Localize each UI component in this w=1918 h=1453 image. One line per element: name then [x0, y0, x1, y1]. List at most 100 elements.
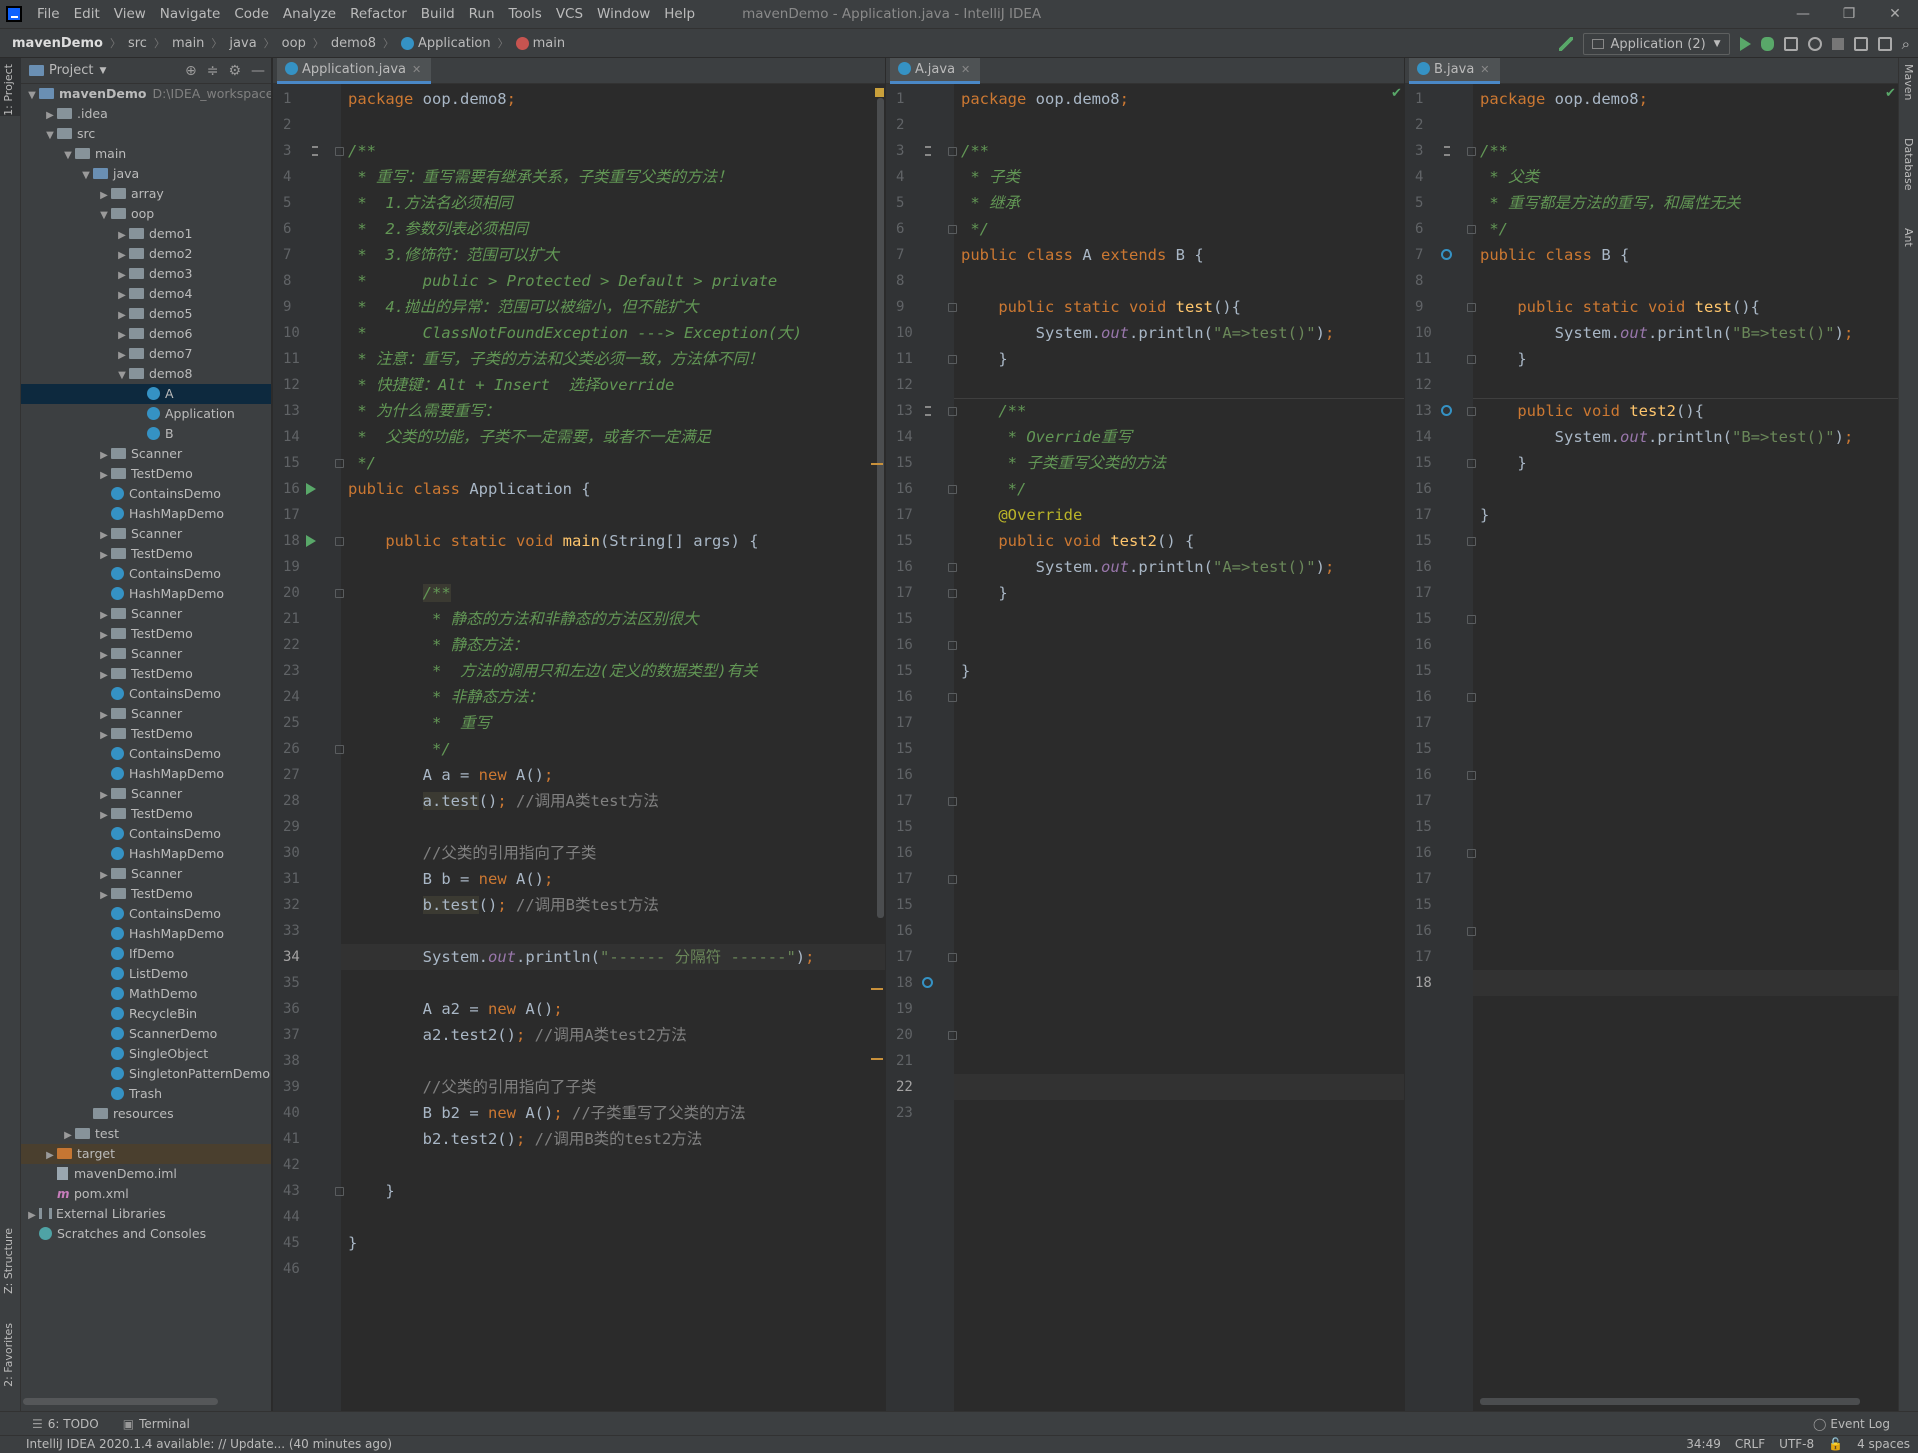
menu-build[interactable]: Build [414, 0, 462, 28]
gear-icon[interactable]: ⚙ [228, 63, 241, 79]
code-line[interactable]: * 方法的调用只和左边(定义的数据类型)有关 [348, 658, 758, 684]
lock-icon[interactable]: 🔓 [1828, 1436, 1843, 1453]
ant-tool-tab[interactable]: Ant [1902, 228, 1915, 247]
code-line[interactable]: } [1480, 502, 1489, 528]
fold-marker-icon[interactable] [1467, 693, 1476, 702]
profiler-icon[interactable] [1807, 37, 1822, 51]
tree-item[interactable]: ▶ demo6 [21, 324, 271, 344]
tree-item[interactable]: ▼ mavenDemo D:\IDEA_workspace\m [21, 84, 271, 104]
code-line[interactable]: /** [348, 580, 451, 606]
fold-marker-icon[interactable] [948, 875, 957, 884]
chevron-right-icon[interactable]: ▶ [115, 226, 129, 246]
tree-item[interactable]: resources [21, 1104, 271, 1124]
chevron-right-icon[interactable]: ▶ [97, 786, 111, 806]
tree-item[interactable]: ▶ TestDemo [21, 724, 271, 744]
code-line[interactable]: } [1480, 450, 1526, 476]
fold-marker-icon[interactable] [1467, 849, 1476, 858]
breadcrumb-main[interactable]: main [172, 36, 204, 51]
tab-a-java[interactable]: A.java ✕ [890, 58, 981, 84]
overridden-gutter-icon[interactable] [1441, 249, 1452, 260]
code-line[interactable]: public class Application { [348, 476, 591, 502]
tree-item[interactable]: HashMapDemo [21, 924, 271, 944]
file-encoding[interactable]: UTF-8 [1779, 1436, 1814, 1453]
chevron-right-icon[interactable]: ▶ [115, 246, 129, 266]
close-tab-icon[interactable]: ✕ [1480, 63, 1489, 76]
code-line[interactable]: * 父类的功能，子类不一定需要，或者不一定满足 [348, 424, 711, 450]
fold-marker-icon[interactable] [335, 459, 344, 468]
breadcrumb-src[interactable]: src [128, 36, 147, 51]
tab-application-java[interactable]: Application.java ✕ [277, 58, 432, 84]
fold-marker-icon[interactable] [948, 589, 957, 598]
fold-marker-icon[interactable] [335, 537, 344, 546]
tree-item[interactable]: HashMapDemo [21, 764, 271, 784]
tree-item[interactable]: B [21, 424, 271, 444]
code-line[interactable]: * 为什么需要重写： [348, 398, 500, 424]
chevron-down-icon[interactable]: ▼ [61, 146, 75, 166]
chevron-down-icon[interactable]: ▼ [99, 66, 106, 76]
chevron-down-icon[interactable]: ▼ [79, 166, 93, 186]
run-icon[interactable] [1739, 37, 1751, 51]
chevron-right-icon[interactable]: ▶ [97, 546, 111, 566]
fold-marker-icon[interactable] [1467, 407, 1476, 416]
tree-item[interactable]: ▼ main [21, 144, 271, 164]
warning-indicator-icon[interactable] [875, 88, 884, 97]
code-line[interactable]: * 注意：重写，子类的方法和父类必须一致，方法体不同！ [348, 346, 763, 372]
fold-marker-icon[interactable] [948, 641, 957, 650]
tree-item[interactable]: ScannerDemo [21, 1024, 271, 1044]
vertical-scrollbar[interactable] [877, 98, 884, 918]
code-line[interactable]: * 子类 [961, 164, 1020, 190]
code-line[interactable]: * 静态方法： [348, 632, 528, 658]
code-line[interactable]: System.out.println("------ 分隔符 ------"); [348, 944, 815, 970]
chevron-down-icon[interactable]: ▼ [97, 206, 111, 226]
tree-item[interactable]: ContainsDemo [21, 564, 271, 584]
menu-navigate[interactable]: Navigate [153, 0, 228, 28]
code-line[interactable]: } [1480, 346, 1526, 372]
close-tab-icon[interactable]: ✕ [961, 63, 970, 76]
todo-tool-tab[interactable]: ☰ 6: TODO [32, 1417, 99, 1431]
inspection-ok-icon[interactable]: ✔ [1391, 86, 1402, 101]
tree-item[interactable]: ContainsDemo [21, 744, 271, 764]
code-line[interactable]: */ [348, 736, 451, 762]
tree-item[interactable]: ▶ External Libraries [21, 1204, 271, 1224]
code-line[interactable]: a.test(); //调用A类test方法 [348, 788, 659, 814]
code-line[interactable]: * 重写 [348, 710, 491, 736]
code-line[interactable]: * 2.参数列表必须相同 [348, 216, 528, 242]
locate-icon[interactable]: ⊕ [185, 63, 197, 79]
method-separator[interactable] [954, 398, 1404, 399]
fold-marker-icon[interactable] [1467, 615, 1476, 624]
code-line[interactable]: * 子类重写父类的方法 [961, 450, 1166, 476]
code-line[interactable]: */ [1480, 216, 1508, 242]
stop-icon[interactable] [1831, 38, 1844, 50]
code-line[interactable]: System.out.println("B=>test()"); [1480, 424, 1854, 450]
code-line[interactable]: B b2 = new A(); //子类重写了父类的方法 [348, 1100, 746, 1126]
chevron-right-icon[interactable]: ▶ [97, 626, 111, 646]
overridden-gutter-icon[interactable] [1441, 405, 1452, 416]
tree-item[interactable]: ▶ TestDemo [21, 544, 271, 564]
fold-marker-icon[interactable] [335, 147, 344, 156]
code-line[interactable]: B b = new A(); [348, 866, 554, 892]
change-marker[interactable] [871, 1058, 883, 1060]
tree-item[interactable]: m pom.xml [21, 1184, 271, 1204]
tree-item[interactable]: ▼ oop [21, 204, 271, 224]
hide-icon[interactable]: — [251, 63, 265, 79]
tree-item[interactable]: ▶ demo3 [21, 264, 271, 284]
breadcrumb-demo8[interactable]: demo8 [331, 36, 376, 51]
breadcrumb-main-method[interactable]: main [533, 36, 565, 51]
chevron-down-icon[interactable]: ▼ [115, 366, 129, 386]
menu-code[interactable]: Code [227, 0, 276, 28]
code-line[interactable]: package oop.demo8; [1480, 86, 1648, 112]
tree-item[interactable]: MathDemo [21, 984, 271, 1004]
code-line[interactable]: */ [961, 216, 989, 242]
code-line[interactable]: /** [1480, 138, 1508, 164]
run-gutter-icon[interactable] [306, 483, 316, 495]
fold-marker-icon[interactable] [1467, 537, 1476, 546]
tree-item[interactable]: ContainsDemo [21, 904, 271, 924]
chevron-right-icon[interactable]: ▶ [25, 1206, 39, 1226]
tree-item[interactable]: ▼ src [21, 124, 271, 144]
database-tool-tab[interactable]: Database [1902, 138, 1915, 191]
method-separator[interactable] [1473, 398, 1898, 399]
fold-marker-icon[interactable] [948, 147, 957, 156]
menu-tools[interactable]: Tools [502, 0, 549, 28]
tree-item[interactable]: ▶ TestDemo [21, 804, 271, 824]
horizontal-scrollbar[interactable] [1480, 1398, 1860, 1405]
